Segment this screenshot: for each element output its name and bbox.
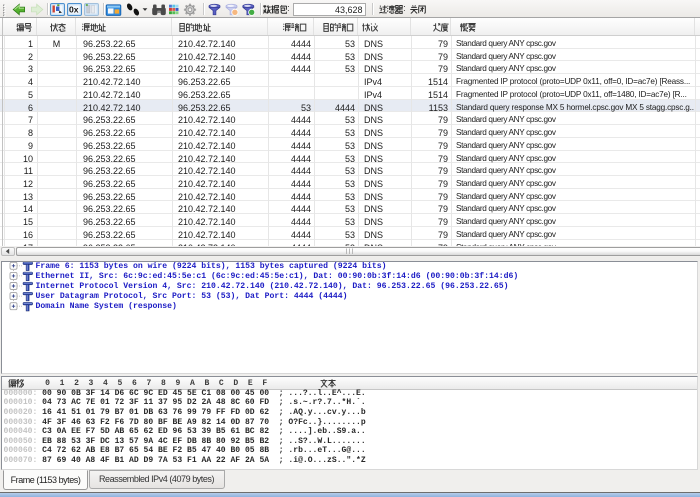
svg-text:0x: 0x [69, 4, 79, 14]
